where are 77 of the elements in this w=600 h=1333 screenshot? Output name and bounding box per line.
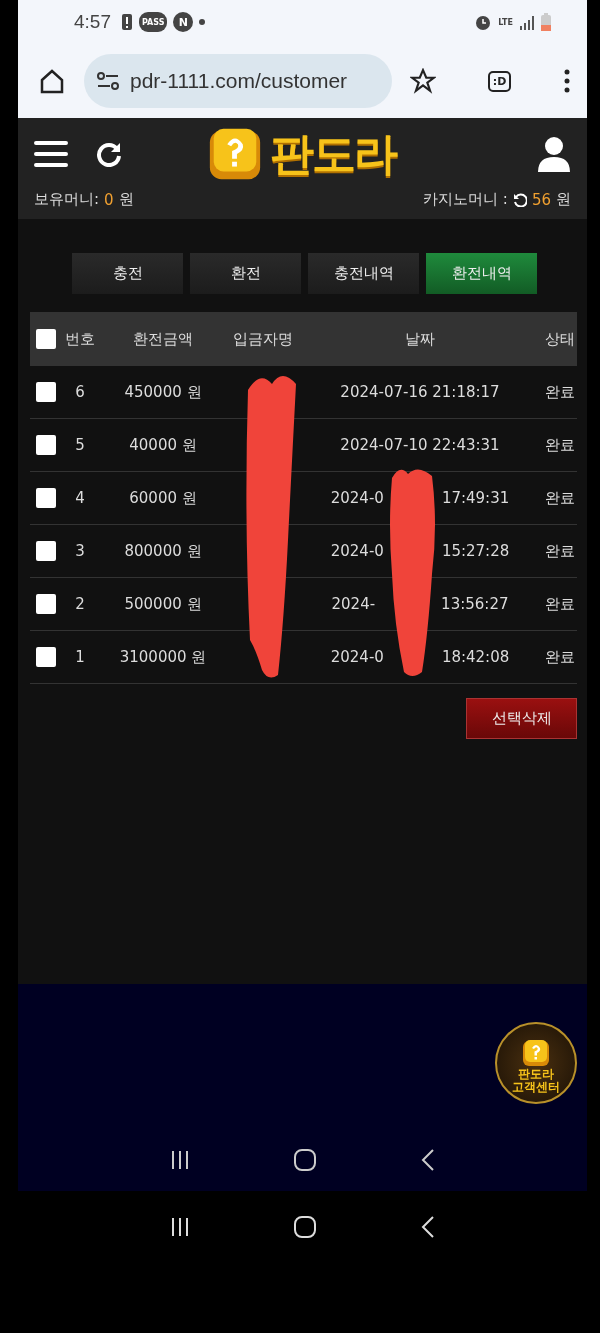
back-icon[interactable] — [419, 1148, 436, 1172]
refresh-icon[interactable] — [96, 141, 122, 167]
user-icon[interactable] — [537, 136, 571, 172]
signal-icon — [519, 14, 535, 30]
table-cell-text: 4 — [74, 489, 86, 507]
currency-unit: 원 — [556, 190, 571, 209]
table-cell-text: 800000 원 — [123, 541, 203, 561]
alarm-icon — [474, 13, 493, 31]
table-cell: 13:56:27 — [441, 595, 509, 613]
table-cell-text: 60000 원 — [128, 488, 198, 508]
checkbox[interactable] — [36, 488, 56, 508]
tab-switcher[interactable]: :D — [487, 70, 512, 92]
table-cell-text: 완료 — [543, 541, 576, 561]
site-settings-icon[interactable] — [96, 71, 120, 91]
table-cell: 2024-0 — [330, 489, 384, 507]
table-cell: 15:27:28 — [441, 542, 510, 560]
casino-amount: 56 — [531, 190, 551, 209]
column-header: 번호 — [64, 329, 96, 349]
table-cell-text: 5 — [74, 436, 86, 454]
battery-icon — [541, 13, 551, 31]
checkbox[interactable] — [36, 435, 56, 455]
table-cell-text: 1 — [74, 648, 86, 666]
table-cell-text: 40000 원 — [128, 435, 198, 455]
column-header: 환전금액 — [132, 329, 194, 349]
casino-label: 카지노머니 : — [423, 190, 508, 209]
table-cell-text: 2 — [74, 595, 86, 613]
checkbox[interactable] — [36, 594, 56, 614]
table-cell-text: 2024-07-16 21:18:17 — [339, 383, 501, 401]
table-cell-text: 450000 원 — [123, 382, 203, 402]
table-cell: 17:49:31 — [441, 489, 510, 507]
network-label: LTE — [498, 17, 513, 27]
home-icon[interactable] — [293, 1214, 318, 1239]
table-cell-text: 2024-07-10 22:43:31 — [339, 436, 501, 454]
home-icon[interactable] — [293, 1148, 318, 1172]
tab[interactable]: 충전내역 — [308, 253, 419, 294]
table-cell: 2024-0 — [330, 648, 384, 666]
tab[interactable]: 환전내역 — [426, 253, 537, 294]
checkbox[interactable] — [36, 329, 56, 349]
menu-icon[interactable] — [34, 140, 68, 168]
star-icon[interactable] — [410, 68, 436, 94]
table-cell-text: 3100000 원 — [118, 647, 208, 667]
table-cell-text: 500000 원 — [123, 594, 203, 614]
table-cell: 18:42:08 — [441, 648, 510, 666]
dot-icon — [199, 19, 206, 25]
checkbox[interactable] — [36, 647, 56, 667]
table-cell-text: 완료 — [543, 488, 576, 508]
question-box-icon — [521, 1037, 551, 1068]
table-cell-text: 완료 — [543, 594, 576, 614]
table-cell-text: 완료 — [543, 647, 576, 667]
help-center-badge[interactable]: 판도라 고객센터 — [495, 1022, 577, 1104]
checkbox[interactable] — [36, 541, 56, 561]
table-cell: 2024-0 — [330, 542, 384, 560]
wallet-label: 보유머니: — [34, 190, 100, 209]
table-cell-text: 3 — [74, 542, 86, 560]
column-header: 날짜 — [404, 329, 436, 349]
table-cell-text: 6 — [74, 383, 86, 401]
wallet-amount: 0 — [104, 190, 114, 209]
checkbox[interactable] — [36, 382, 56, 402]
currency-unit: 원 — [118, 190, 134, 209]
column-header: 입금자명 — [232, 329, 294, 349]
table-cell-text: 완료 — [543, 435, 576, 455]
more-icon[interactable] — [563, 69, 571, 93]
url-field[interactable]: pdr-1111.com/customer — [84, 54, 392, 108]
clock-time: 4:57 — [74, 11, 111, 33]
back-icon[interactable] — [419, 1214, 436, 1239]
delete-selected-button[interactable]: 선택삭제 — [466, 698, 577, 739]
refresh-icon[interactable] — [512, 192, 527, 207]
home-icon[interactable] — [38, 67, 66, 95]
tab[interactable]: 충전 — [72, 253, 183, 294]
alert-icon — [121, 13, 133, 31]
notification-badge: PASS — [139, 12, 168, 32]
table-cell: 2024- — [331, 595, 376, 613]
tab[interactable]: 환전 — [190, 253, 301, 294]
column-header: 상태 — [543, 329, 576, 349]
notification-badge: N — [173, 12, 194, 32]
logo-text: 판도라 — [270, 126, 396, 181]
table-cell-text: 완료 — [543, 382, 576, 402]
